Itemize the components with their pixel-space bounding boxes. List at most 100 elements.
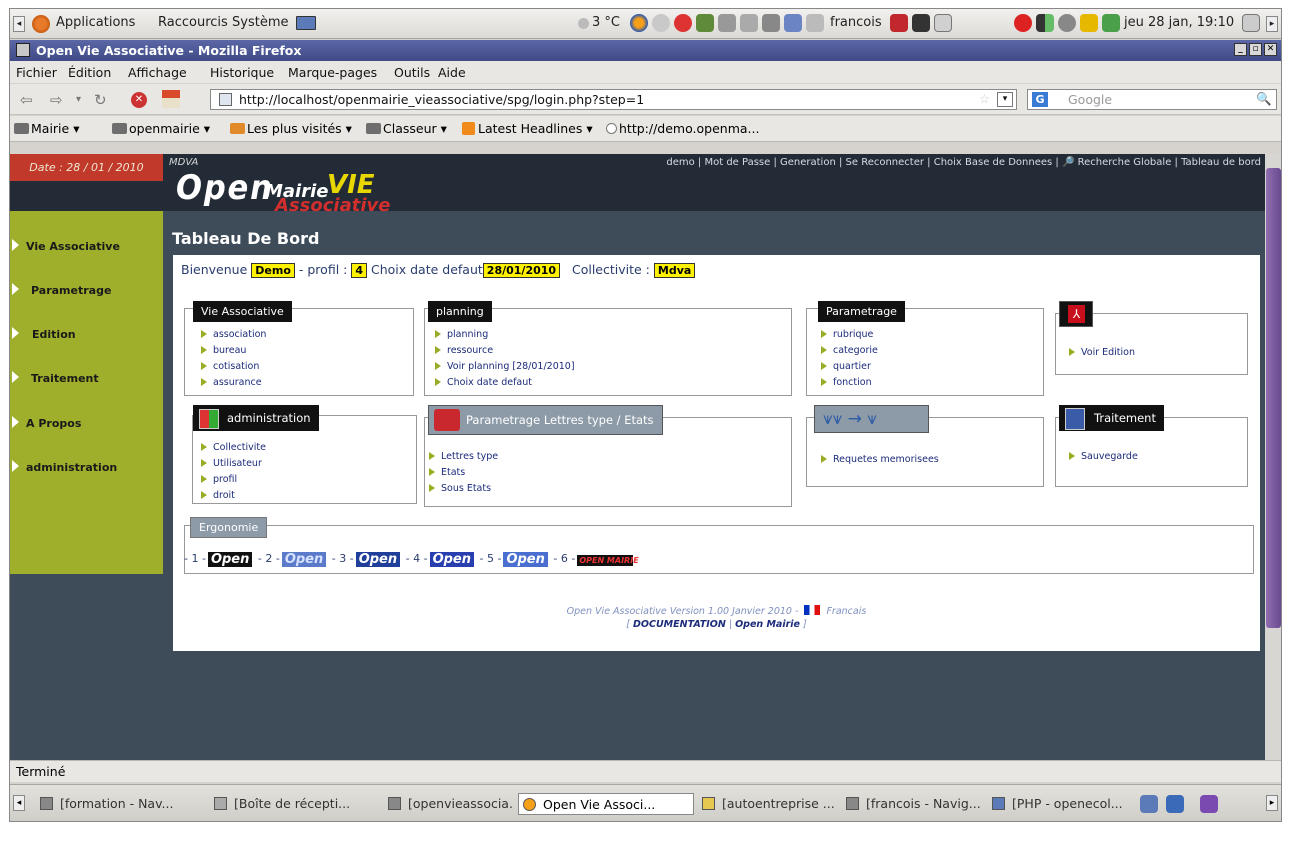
terminal-icon[interactable]	[912, 14, 930, 32]
link-cotisation[interactable]: cotisation	[201, 361, 259, 372]
menu-fichier[interactable]: Fichier	[16, 65, 57, 80]
ergonomie-theme-1[interactable]: Open	[207, 552, 253, 567]
task-boite-reception[interactable]: [Boîte de récepti...	[210, 793, 380, 815]
sidebar-item-a-propos[interactable]: A Propos	[10, 412, 163, 434]
menu-edition[interactable]: Édition	[68, 65, 111, 80]
task-php-openecol[interactable]: [PHP - openecol...	[988, 793, 1132, 815]
workspace-icon[interactable]	[1140, 795, 1158, 813]
ergonomie-theme-4[interactable]: Open	[429, 552, 474, 567]
link-lettres-type[interactable]: Lettres type	[429, 451, 498, 462]
menu-raccourcis[interactable]: Raccourcis	[158, 15, 228, 30]
link-assurance[interactable]: assurance	[201, 377, 262, 388]
launcher-icon[interactable]	[718, 14, 736, 32]
panel-clock[interactable]: jeu 28 jan, 19:10	[1124, 15, 1234, 30]
ergonomie-theme-2[interactable]: Open	[281, 552, 327, 567]
google-engine-icon[interactable]: G	[1032, 92, 1048, 107]
language-label[interactable]: Francais	[826, 606, 866, 617]
update-notifier-icon[interactable]	[1014, 14, 1032, 32]
french-flag-icon[interactable]	[804, 605, 821, 615]
url-bar[interactable]: http://localhost/openmairie_vieassociati…	[210, 89, 1017, 110]
top-links[interactable]: demo | Mot de Passe | Generation | Se Re…	[666, 157, 1261, 168]
task-francois-navig[interactable]: [francois - Navig...	[842, 793, 984, 815]
link-etats[interactable]: Etats	[429, 467, 465, 478]
task-formation[interactable]: [formation - Nav...	[36, 793, 206, 815]
back-arrow-icon[interactable]: ⇦	[20, 91, 33, 109]
sidebar-item-parametrage[interactable]: Parametrage	[10, 279, 163, 301]
stop-icon[interactable]: ✕	[131, 92, 147, 108]
bookmark-plus-visites[interactable]: Les plus visités ▾	[230, 121, 352, 136]
sidebar-item-edition[interactable]: Edition	[10, 323, 163, 345]
notes-icon[interactable]	[1080, 14, 1098, 32]
menu-systeme[interactable]: Système	[232, 15, 288, 30]
search-magnifier-icon[interactable]: 🔍	[1256, 91, 1272, 107]
link-sauvegarde[interactable]: Sauvegarde	[1069, 451, 1138, 462]
link-utilisateur[interactable]: Utilisateur	[201, 458, 262, 469]
link-sous-etats[interactable]: Sous Etats	[429, 483, 491, 494]
sidebar-item-vie-associative[interactable]: Vie Associative	[10, 235, 163, 257]
menu-historique[interactable]: Historique	[210, 65, 274, 80]
pdf-icon[interactable]: ⅄	[1068, 305, 1085, 323]
minimize-button[interactable]: _	[1234, 43, 1247, 56]
link-quartier[interactable]: quartier	[821, 361, 871, 372]
link-collectivite[interactable]: Collectivite	[201, 442, 266, 453]
terminal-launcher-icon[interactable]	[696, 14, 714, 32]
scrollbar-thumb[interactable]	[1266, 168, 1281, 628]
running-man-icon[interactable]	[1102, 14, 1120, 32]
panel-username[interactable]: francois	[830, 15, 882, 30]
link-bureau[interactable]: bureau	[201, 345, 246, 356]
bookmark-latest-headlines[interactable]: Latest Headlines ▾	[462, 121, 593, 136]
show-desktop-icon[interactable]	[296, 16, 316, 30]
bookmark-star-icon[interactable]: ☆	[979, 91, 990, 106]
help-launcher-icon[interactable]	[674, 14, 692, 32]
window-menu-icon[interactable]	[16, 43, 30, 57]
task-autoentreprise[interactable]: [autoentreprise ...	[698, 793, 838, 815]
link-planning[interactable]: planning	[435, 329, 488, 340]
link-requetes-memorisees[interactable]: Requetes memorisees	[821, 454, 939, 465]
bookmark-openmairie[interactable]: openmairie ▾	[112, 121, 210, 136]
menu-marque-pages[interactable]: Marque-pages	[288, 65, 377, 80]
window-titlebar[interactable]: Open Vie Associative - Mozilla Firefox _…	[10, 40, 1281, 61]
maximize-button[interactable]: ▫	[1249, 43, 1262, 56]
vertical-scrollbar[interactable]	[1265, 154, 1281, 760]
link-association[interactable]: association	[201, 329, 266, 340]
screenshot-icon[interactable]	[934, 14, 952, 32]
launcher-icon[interactable]	[762, 14, 780, 32]
menu-outils[interactable]: Outils	[394, 65, 430, 80]
ergonomie-theme-5[interactable]: Open	[503, 552, 548, 567]
taskbar-left-arrow[interactable]: ◂	[13, 795, 25, 811]
link-fonction[interactable]: fonction	[821, 377, 872, 388]
trash-icon[interactable]	[1166, 795, 1184, 813]
filezilla-icon[interactable]	[890, 14, 908, 32]
link-categorie[interactable]: categorie	[821, 345, 878, 356]
session-icon[interactable]	[1242, 14, 1260, 32]
sidebar-item-traitement[interactable]: Traitement	[10, 367, 163, 389]
link-ressource[interactable]: ressource	[435, 345, 493, 356]
task-open-vie-associ[interactable]: Open Vie Associ...	[518, 793, 694, 815]
history-dropdown-icon[interactable]: ▾	[76, 94, 81, 105]
volume-icon[interactable]	[1058, 14, 1076, 32]
forward-arrow-icon[interactable]: ⇨	[50, 91, 63, 109]
link-rubrique[interactable]: rubrique	[821, 329, 873, 340]
panel-right-arrow[interactable]: ▸	[1266, 16, 1278, 32]
launcher-icon[interactable]	[740, 14, 758, 32]
launcher-icon[interactable]	[806, 14, 824, 32]
bookmark-mairie[interactable]: Mairie ▾	[14, 121, 79, 136]
sidebar-item-administration[interactable]: administration	[10, 456, 163, 478]
launcher-icon[interactable]	[652, 14, 670, 32]
open-mairie-link[interactable]: Open Mairie	[735, 619, 800, 630]
taskbar-right-arrow[interactable]: ▸	[1266, 795, 1278, 811]
panel-left-arrow[interactable]: ◂	[13, 16, 25, 32]
link-choix-date-defaut[interactable]: Choix date defaut	[435, 377, 532, 388]
bookmark-classeur[interactable]: Classeur ▾	[366, 121, 447, 136]
home-icon[interactable]	[162, 90, 180, 108]
task-openvieassocia[interactable]: [openvieassocia...	[384, 793, 514, 815]
firefox-workspace-icon[interactable]	[1200, 795, 1218, 813]
bookmark-demo-openmairie[interactable]: http://demo.openma...	[606, 121, 759, 136]
ergonomie-theme-3[interactable]: Open	[355, 552, 401, 567]
menu-affichage[interactable]: Affichage	[128, 65, 187, 80]
menu-aide[interactable]: Aide	[438, 65, 466, 80]
network-signal-icon[interactable]	[1036, 14, 1054, 32]
documentation-link[interactable]: DOCUMENTATION	[633, 619, 726, 630]
link-profil[interactable]: profil	[201, 474, 237, 485]
search-box[interactable]: G Google 🔍	[1027, 89, 1277, 110]
